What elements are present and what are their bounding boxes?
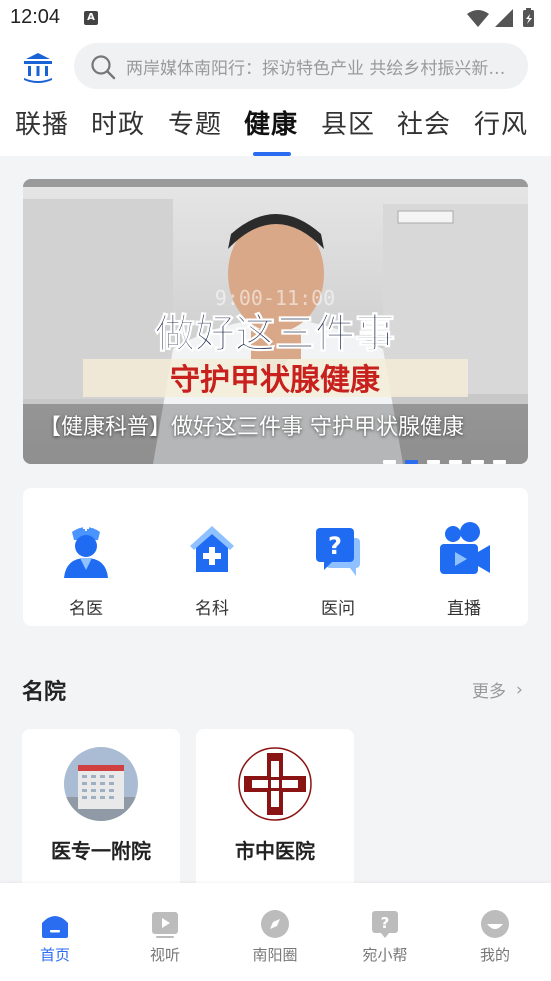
app-logo-icon[interactable] bbox=[20, 51, 56, 83]
hospital-logo bbox=[238, 747, 312, 821]
top-bar: 两岸媒体南阳行：探访特色产业 共绘乡村振兴新画卷 联播 时政 专题 健康 县区 … bbox=[0, 36, 551, 156]
quick-entry-label: 名医 bbox=[69, 599, 103, 619]
video-play-icon bbox=[152, 912, 178, 938]
wifi-icon bbox=[467, 10, 489, 27]
tab-jiankang[interactable]: 健康 bbox=[244, 104, 298, 141]
hospital-department-icon bbox=[190, 526, 234, 572]
hospital-card[interactable]: 医专一附院 bbox=[22, 729, 180, 889]
compass-icon bbox=[261, 910, 289, 938]
active-tab-indicator bbox=[253, 152, 291, 156]
carousel-indicator bbox=[379, 449, 506, 464]
quick-entry-famous-doctor[interactable]: 名医 bbox=[46, 520, 126, 619]
nav-label: 首页 bbox=[39, 946, 70, 964]
tab-shehui[interactable]: 社会 bbox=[397, 104, 451, 141]
nav-label: 宛小帮 bbox=[362, 946, 408, 964]
quick-entry-label: 直播 bbox=[447, 599, 481, 619]
search-bar[interactable]: 两岸媒体南阳行：探访特色产业 共绘乡村振兴新画卷 bbox=[74, 43, 528, 89]
nav-label: 视听 bbox=[149, 946, 180, 964]
tab-zhuanti[interactable]: 专题 bbox=[168, 104, 222, 141]
quick-entry-medical-question[interactable]: ? 医问 bbox=[298, 520, 378, 619]
section-title-hospitals: 名院 bbox=[22, 679, 67, 705]
nav-item-profile[interactable]: 我的 bbox=[455, 909, 535, 965]
quick-entry-label: 医问 bbox=[321, 599, 355, 619]
tab-lianbo[interactable]: 联播 bbox=[15, 104, 69, 141]
carousel-dot bbox=[448, 460, 462, 464]
nav-item-video[interactable]: 视听 bbox=[125, 909, 205, 965]
carousel-dot bbox=[493, 460, 506, 464]
tab-shizheng[interactable]: 时政 bbox=[91, 104, 145, 141]
tab-xianqu[interactable]: 县区 bbox=[321, 104, 375, 141]
quick-entry-card: 名医 名科 ? 医问 直播 bbox=[23, 488, 528, 626]
hospital-building-photo bbox=[64, 747, 138, 821]
hospital-card[interactable]: 市中医院 bbox=[196, 729, 354, 889]
quick-entry-famous-department[interactable]: 名科 bbox=[172, 520, 252, 619]
search-icon bbox=[91, 55, 116, 80]
tab-xingfeng[interactable]: 行风 bbox=[474, 104, 528, 141]
category-tabs: 联播 时政 专题 健康 县区 社会 行风 bbox=[0, 104, 551, 156]
help-question-icon: ? bbox=[372, 911, 398, 938]
carousel-dot bbox=[470, 460, 484, 464]
chevron-right-icon[interactable]: › bbox=[516, 680, 523, 700]
hospital-name: 市中医院 bbox=[235, 839, 315, 863]
cell-signal-icon bbox=[495, 9, 513, 27]
quick-entry-live[interactable]: 直播 bbox=[424, 520, 504, 619]
nav-item-helper[interactable]: ? 宛小帮 bbox=[345, 909, 425, 965]
signal-battery-icons bbox=[467, 8, 534, 27]
hospital-name: 医专一附院 bbox=[51, 839, 151, 863]
carousel-dot bbox=[382, 460, 396, 464]
status-bar: 12:04 A bbox=[0, 0, 551, 36]
nav-label: 我的 bbox=[479, 946, 510, 964]
svg-text:?: ? bbox=[381, 914, 390, 932]
live-camera-icon bbox=[440, 522, 490, 574]
banner-overlay-line1: 做好这三件事 bbox=[154, 311, 395, 357]
banner-caption[interactable]: 【健康科普】做好这三件事 守护甲状腺健康 bbox=[39, 409, 509, 441]
nav-item-home[interactable]: 首页 bbox=[15, 909, 95, 965]
home-icon bbox=[42, 916, 68, 938]
question-chat-icon: ? bbox=[316, 528, 360, 576]
notification-icon: A bbox=[84, 11, 98, 25]
quick-entry-label: 名科 bbox=[195, 599, 229, 619]
banner-clock-text: 9:00-11:00 bbox=[215, 286, 335, 310]
banner-carousel[interactable]: 做好这三件事 守护甲状腺健康 9:00-11:00 【健康科普】做好这三件事 守… bbox=[23, 179, 528, 464]
banner-overlay-line2: 守护甲状腺健康 bbox=[170, 363, 381, 398]
search-placeholder: 两岸媒体南阳行：探访特色产业 共绘乡村振兴新画卷 bbox=[126, 59, 506, 79]
more-link[interactable]: 更多 bbox=[472, 677, 506, 702]
profile-icon bbox=[481, 910, 509, 938]
doctor-icon bbox=[64, 525, 108, 578]
carousel-dot-active bbox=[404, 460, 418, 464]
status-time: 12:04 bbox=[10, 6, 61, 28]
svg-text:?: ? bbox=[328, 532, 342, 560]
bottom-navigation: 首页 视听 南阳圈 ? 宛小帮 我的 bbox=[0, 883, 551, 981]
nav-label: 南阳圈 bbox=[252, 946, 298, 964]
nav-item-nanyang-circle[interactable]: 南阳圈 bbox=[235, 909, 315, 965]
carousel-dot bbox=[426, 460, 440, 464]
